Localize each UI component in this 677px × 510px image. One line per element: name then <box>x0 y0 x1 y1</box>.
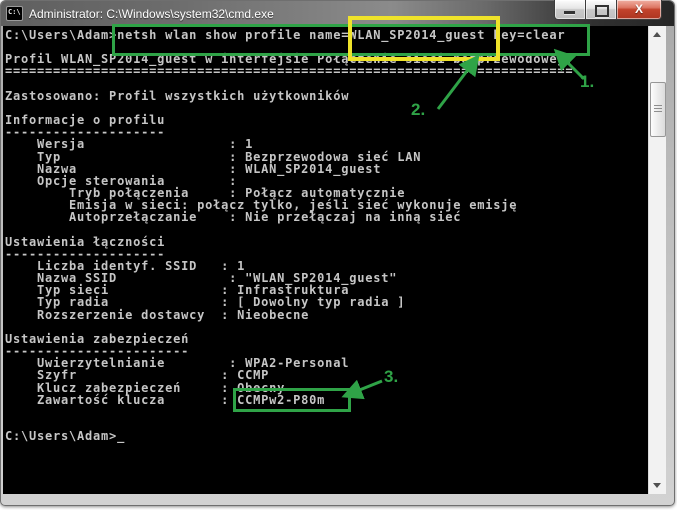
cmd-icon <box>6 6 23 21</box>
scrollbar-grip-icon <box>654 105 662 113</box>
scrollbar[interactable] <box>648 26 666 494</box>
window-title: Administrator: C:\Windows\system32\cmd.e… <box>29 7 274 21</box>
scroll-down-button[interactable] <box>649 477 666 494</box>
close-button[interactable]: X <box>617 0 662 20</box>
close-icon: X <box>617 1 661 17</box>
cmd-window: Administrator: C:\Windows\system32\cmd.e… <box>0 0 675 506</box>
console-output[interactable]: C:\Users\Adam>netsh wlan show profile na… <box>3 26 648 494</box>
scrollbar-thumb[interactable] <box>650 82 666 137</box>
minimize-button[interactable] <box>554 0 585 20</box>
minimize-icon <box>564 11 575 14</box>
scroll-up-button[interactable] <box>649 26 666 43</box>
console-text: C:\Users\Adam>netsh wlan show profile na… <box>3 26 648 442</box>
scroll-down-icon <box>653 483 661 488</box>
maximize-button[interactable] <box>585 0 617 20</box>
window-controls: X <box>554 0 662 20</box>
scroll-up-icon <box>653 32 661 37</box>
maximize-icon <box>595 5 609 17</box>
